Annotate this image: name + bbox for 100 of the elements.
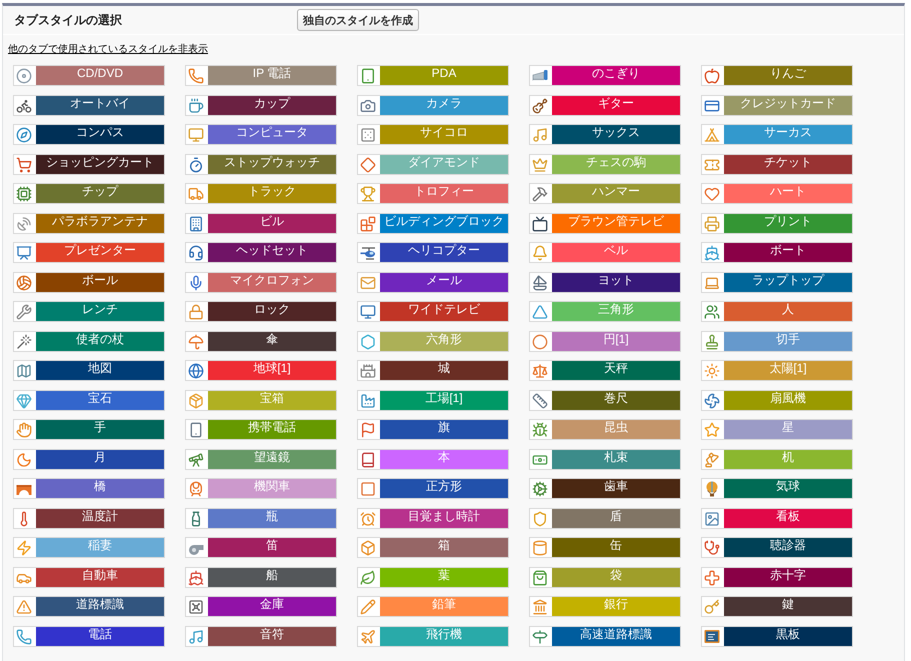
- hide-used-styles-link[interactable]: 他のタブで使用されているスタイルを非表示: [8, 44, 208, 56]
- tab-style-option[interactable]: 天秤: [529, 360, 681, 381]
- tab-style-option[interactable]: ハート: [701, 183, 853, 204]
- tab-style-option[interactable]: プレゼンター: [13, 242, 165, 263]
- tab-style-option[interactable]: ラップトップ: [701, 272, 853, 292]
- tab-style-option[interactable]: カメラ: [357, 94, 509, 116]
- tab-style-option[interactable]: オートバイ: [13, 94, 165, 116]
- tab-style-option[interactable]: 目覚まし時計: [357, 508, 509, 528]
- tab-style-option[interactable]: 扇風機: [701, 390, 853, 410]
- tab-style-option[interactable]: クレジットカード: [701, 94, 853, 116]
- tab-style-option[interactable]: IP 電話: [185, 65, 337, 86]
- tab-style-option[interactable]: 気球: [701, 478, 853, 499]
- tab-style-option[interactable]: サックス: [529, 124, 681, 145]
- create-style-button[interactable]: 独自のスタイルを作成: [297, 9, 419, 31]
- tab-style-option[interactable]: 金庫: [185, 596, 337, 617]
- tab-style-option[interactable]: チケット: [701, 154, 853, 174]
- tab-style-option[interactable]: 温度計: [13, 508, 165, 528]
- tab-style-option[interactable]: 盾: [529, 508, 681, 528]
- tab-style-option[interactable]: パラボラアンテナ: [13, 212, 165, 234]
- tab-style-option[interactable]: コンピュータ: [185, 124, 337, 145]
- tab-style-option[interactable]: ビルディングブロック: [357, 212, 509, 234]
- tab-style-option[interactable]: コンパス: [13, 124, 165, 145]
- tab-style-option[interactable]: レンチ: [13, 301, 165, 322]
- tab-style-option[interactable]: 星: [701, 419, 853, 440]
- tab-style-option[interactable]: メール: [357, 272, 509, 292]
- tab-style-option[interactable]: 円[1]: [529, 330, 681, 352]
- tab-style-option[interactable]: サイコロ: [357, 124, 509, 145]
- tab-style-option[interactable]: 手: [13, 419, 165, 440]
- tab-style-option[interactable]: 月: [13, 448, 165, 470]
- tab-style-option[interactable]: カップ: [185, 94, 337, 116]
- mobile-phone-icon: [186, 420, 208, 439]
- tab-style-option[interactable]: 歯車: [529, 478, 681, 499]
- tab-style-option[interactable]: 缶: [529, 537, 681, 558]
- tab-style-option[interactable]: トラック: [185, 183, 337, 204]
- tab-style-option[interactable]: 昆虫: [529, 419, 681, 440]
- tab-style-option[interactable]: ロック: [185, 301, 337, 322]
- tab-style-option[interactable]: ボール: [13, 272, 165, 292]
- tab-style-option[interactable]: 箱: [357, 537, 509, 558]
- tab-style-option[interactable]: ショッピングカート: [13, 154, 165, 174]
- tab-style-option[interactable]: 袋: [529, 566, 681, 588]
- tab-style-option[interactable]: 橋: [13, 478, 165, 499]
- tab-style-option[interactable]: 傘: [185, 330, 337, 352]
- tab-style-option[interactable]: 札束: [529, 448, 681, 470]
- tab-style-option[interactable]: のこぎり: [529, 65, 681, 86]
- tab-style-option[interactable]: 鍵: [701, 596, 853, 617]
- tab-style-option[interactable]: りんご: [701, 65, 853, 86]
- tab-style-option[interactable]: 工場[1]: [357, 390, 509, 410]
- tab-style-option[interactable]: 人: [701, 301, 853, 322]
- tab-style-option[interactable]: 赤十字: [701, 566, 853, 588]
- tab-style-option[interactable]: ブラウン管テレビ: [529, 212, 681, 234]
- satellite-dish-icon: [14, 214, 36, 232]
- tab-style-option[interactable]: 使者の杖: [13, 330, 165, 352]
- tab-style-option[interactable]: 船: [185, 566, 337, 588]
- tab-style-option[interactable]: 稲妻: [13, 537, 165, 558]
- tab-style-option[interactable]: 地図: [13, 360, 165, 381]
- tab-style-option[interactable]: ビル: [185, 212, 337, 234]
- tab-style-option[interactable]: 本: [357, 448, 509, 470]
- tab-style-option[interactable]: 地球[1]: [185, 360, 337, 381]
- tab-style-option[interactable]: 看板: [701, 508, 853, 528]
- tab-style-option[interactable]: 巻尺: [529, 390, 681, 410]
- tab-style-option[interactable]: 切手: [701, 330, 853, 352]
- tab-style-option[interactable]: 旗: [357, 419, 509, 440]
- tab-style-option[interactable]: 高速道路標識: [529, 626, 681, 646]
- tab-style-option[interactable]: ヨット: [529, 272, 681, 292]
- tab-style-option[interactable]: 自動車: [13, 566, 165, 588]
- tab-style-option[interactable]: 飛行機: [357, 626, 509, 646]
- tab-style-option[interactable]: 道路標識: [13, 596, 165, 617]
- tab-style-option[interactable]: トロフィー: [357, 183, 509, 204]
- tab-style-option[interactable]: 宝石: [13, 390, 165, 410]
- tab-style-option[interactable]: 望遠鏡: [185, 448, 337, 470]
- tab-style-option[interactable]: ヘッドセット: [185, 242, 337, 263]
- tab-style-option[interactable]: チップ: [13, 183, 165, 204]
- tab-style-option[interactable]: 笛: [185, 537, 337, 558]
- bank-icon: [530, 597, 552, 616]
- tab-style-option[interactable]: ベル: [529, 242, 681, 263]
- tab-style-option[interactable]: 瓶: [185, 508, 337, 528]
- tab-style-option[interactable]: 携帯電話: [185, 419, 337, 440]
- tab-style-option[interactable]: 太陽[1]: [701, 360, 853, 381]
- shopping-cart-icon: [14, 154, 36, 174]
- tab-style-option[interactable]: マイクロフォン: [185, 272, 337, 292]
- tab-style-option[interactable]: プリント: [701, 212, 853, 234]
- tab-style-option[interactable]: CD/DVD: [13, 65, 165, 86]
- tab-style-option[interactable]: ワイドテレビ: [357, 301, 509, 322]
- box-icon: [358, 538, 380, 557]
- square-icon: [358, 479, 380, 498]
- tab-style-option[interactable]: ヘリコプター: [357, 242, 509, 263]
- tab-style-option[interactable]: 城: [357, 360, 509, 381]
- tab-style-option[interactable]: PDA: [357, 65, 509, 86]
- leaf-icon: [358, 568, 380, 586]
- tab-style-option[interactable]: ハンマー: [529, 183, 681, 204]
- tab-style-option[interactable]: 音符: [185, 626, 337, 646]
- tab-style-option[interactable]: ギター: [529, 94, 681, 116]
- tab-style-option[interactable]: 正方形: [357, 478, 509, 499]
- tab-style-option[interactable]: 電話: [13, 626, 165, 646]
- tab-style-option[interactable]: 黒板: [701, 626, 853, 646]
- tab-style-option[interactable]: 聴診器: [701, 537, 853, 558]
- tab-style-option[interactable]: ストップウォッチ: [185, 154, 337, 174]
- tab-style-option[interactable]: ボート: [701, 242, 853, 263]
- tab-style-option[interactable]: サーカス: [701, 124, 853, 145]
- factory-icon: [358, 390, 380, 410]
